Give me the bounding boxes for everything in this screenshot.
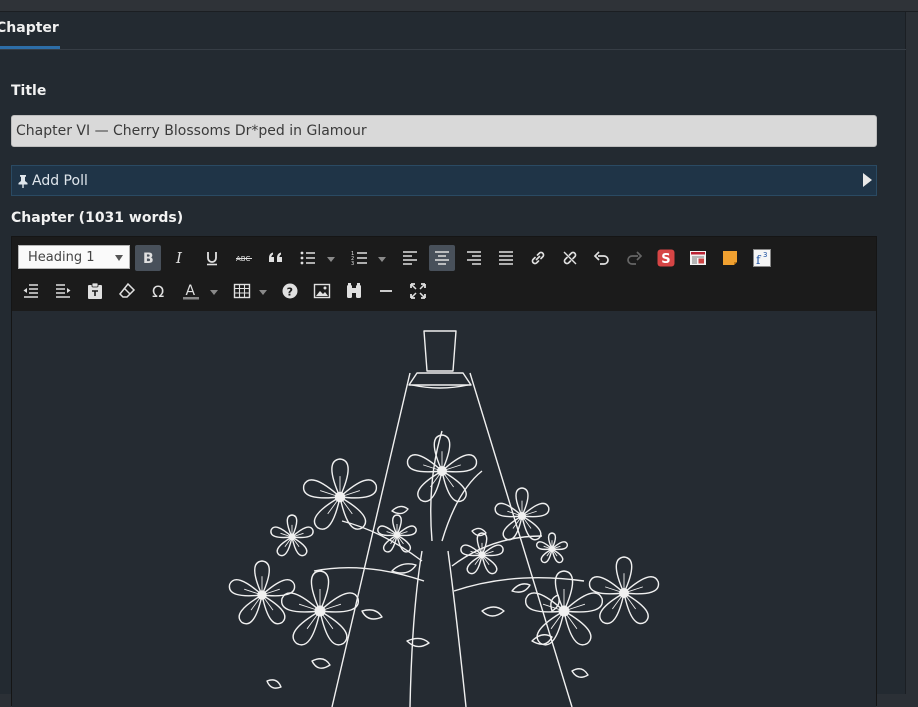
bold-button[interactable]: B: [135, 245, 161, 271]
underline-button[interactable]: [199, 245, 225, 271]
horizontal-rule-button[interactable]: [373, 278, 399, 304]
find-replace-button[interactable]: [341, 278, 367, 304]
add-poll-label: Add Poll: [32, 172, 88, 189]
align-justify-icon: [499, 251, 513, 265]
format-select-value: Heading 1: [28, 249, 95, 265]
omega-icon: Ω: [152, 282, 164, 300]
numbered-list-dropdown-icon[interactable]: [378, 257, 386, 262]
blockquote-button[interactable]: [263, 245, 289, 271]
numbered-list-icon: 123: [351, 251, 367, 267]
redo-icon: [627, 251, 643, 265]
fullscreen-button[interactable]: [405, 278, 431, 304]
quote-icon: [269, 252, 282, 262]
news-template-button[interactable]: [685, 245, 711, 271]
top-bar: [0, 0, 918, 12]
insert-image-button[interactable]: [309, 278, 335, 304]
link-icon: [531, 251, 545, 265]
insert-table-button[interactable]: [229, 278, 255, 304]
svg-text:Ω: Ω: [152, 282, 164, 300]
unlink-icon: [563, 251, 577, 265]
strikethrough-button[interactable]: ABC: [231, 245, 257, 271]
font-size-icon: f3: [753, 249, 771, 267]
align-right-button[interactable]: [461, 245, 487, 271]
text-color-dropdown-icon[interactable]: [210, 290, 218, 295]
clipboard-icon: [88, 282, 102, 299]
cherry-blossom-illustration: [228, 330, 660, 707]
rich-text-editor: Heading 1 B I ABC 1: [11, 236, 877, 707]
svg-text:?: ?: [287, 285, 293, 298]
editor-toolbar: Heading 1 B I ABC 1: [12, 237, 876, 311]
bullet-list-button[interactable]: [295, 245, 321, 271]
paste-text-button[interactable]: [82, 278, 108, 304]
undo-icon: [593, 251, 609, 265]
text-color-icon: A: [183, 283, 199, 300]
spellcheck-icon: S: [657, 249, 675, 267]
sticky-note-button[interactable]: [717, 245, 743, 271]
italic-icon: I: [175, 249, 183, 267]
image-icon: [313, 283, 331, 299]
svg-text:I: I: [175, 249, 183, 267]
svg-text:S: S: [661, 252, 670, 267]
tab-active-indicator: [0, 46, 60, 49]
svg-text:B: B: [143, 251, 154, 267]
fullscreen-icon: [410, 283, 426, 299]
help-icon: ?: [282, 283, 298, 299]
align-left-button[interactable]: [397, 245, 423, 271]
svg-text:A: A: [186, 283, 196, 299]
align-justify-button[interactable]: [493, 245, 519, 271]
horizontal-rule-icon: [380, 290, 392, 292]
italic-button[interactable]: I: [167, 245, 193, 271]
spellcheck-button[interactable]: S: [653, 245, 679, 271]
expand-arrow-icon: [863, 173, 872, 187]
indent-button[interactable]: [50, 278, 76, 304]
special-character-button[interactable]: Ω: [146, 278, 172, 304]
underline-icon: [207, 252, 217, 266]
align-left-icon: [403, 251, 417, 265]
outdent-icon: [23, 284, 38, 298]
table-icon: [233, 283, 251, 299]
format-select[interactable]: Heading 1: [18, 245, 130, 269]
eraser-icon: [118, 282, 136, 298]
tab-strip: Chapter: [0, 12, 906, 50]
strikethrough-icon: ABC: [236, 255, 252, 263]
bullet-list-dropdown-icon[interactable]: [327, 257, 335, 262]
title-input[interactable]: [11, 115, 877, 147]
help-button[interactable]: ?: [277, 278, 303, 304]
align-right-icon: [467, 251, 481, 265]
chapter-panel: Chapter Title Add Poll Chapter (1031 wor…: [0, 12, 906, 707]
add-poll-button[interactable]: Add Poll: [11, 165, 877, 196]
chevron-down-icon: [115, 255, 123, 261]
table-dropdown-icon[interactable]: [259, 290, 267, 295]
chapter-word-count-label: Chapter (1031 words): [11, 210, 184, 226]
clear-formatting-button[interactable]: [114, 278, 140, 304]
binoculars-icon: [347, 283, 361, 298]
indent-icon: [56, 284, 71, 298]
newspaper-icon: [690, 251, 706, 265]
title-label: Title: [11, 83, 47, 99]
font-size-button[interactable]: f3: [749, 245, 775, 271]
undo-button[interactable]: [589, 245, 615, 271]
svg-text:3: 3: [351, 261, 354, 267]
redo-button[interactable]: [621, 245, 647, 271]
svg-text:3: 3: [763, 251, 767, 259]
numbered-list-button[interactable]: 123: [347, 245, 373, 271]
align-center-icon: [435, 251, 449, 265]
tab-chapter[interactable]: Chapter: [0, 20, 59, 36]
editor-content[interactable]: [12, 311, 876, 707]
bold-icon: B: [143, 251, 154, 267]
align-center-button[interactable]: [429, 245, 455, 271]
text-color-button[interactable]: A: [178, 278, 204, 304]
remove-link-button[interactable]: [557, 245, 583, 271]
outdent-button[interactable]: [18, 278, 44, 304]
insert-link-button[interactable]: [525, 245, 551, 271]
sticky-note-icon: [723, 251, 737, 265]
bullet-list-icon: [300, 251, 315, 265]
pin-icon: [14, 174, 32, 188]
